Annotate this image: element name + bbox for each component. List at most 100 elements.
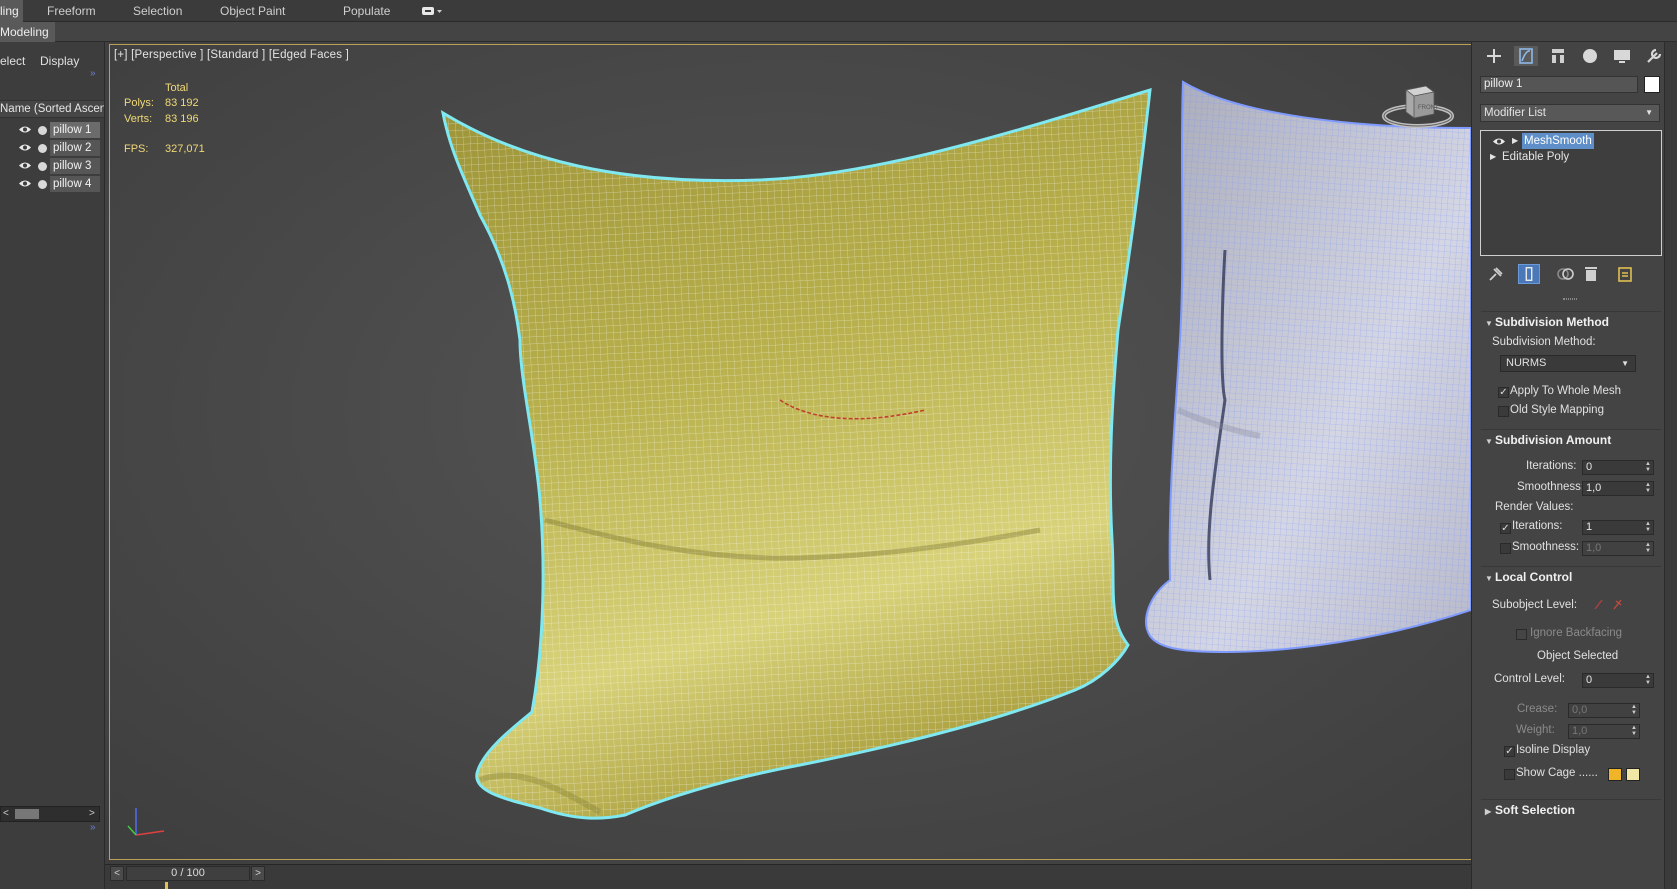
- stats-verts-label: Verts:: [124, 113, 153, 125]
- stack-item-meshsmooth[interactable]: ▶ MeshSmooth: [1482, 133, 1660, 149]
- render-dot-icon[interactable]: [38, 144, 47, 153]
- expand-arrow-icon[interactable]: ▶: [1512, 133, 1518, 149]
- apply-whole-mesh-checkbox[interactable]: ✓: [1498, 387, 1509, 398]
- item-label[interactable]: pillow 3: [50, 158, 100, 174]
- time-slider-thumb[interactable]: 0 / 100: [126, 866, 250, 881]
- hierarchy-icon[interactable]: [1546, 46, 1570, 66]
- spinner-arrows-icon[interactable]: ▲ ▼: [1631, 725, 1637, 737]
- remove-modifier-icon[interactable]: [1580, 264, 1602, 284]
- menu-display[interactable]: Display: [40, 54, 79, 68]
- expand-chevron-icon[interactable]: »: [90, 822, 96, 833]
- spinner-arrows-icon[interactable]: ▲ ▼: [1645, 521, 1651, 533]
- crease-spinner[interactable]: 0,0 ▲ ▼: [1568, 703, 1640, 718]
- old-style-mapping-checkbox[interactable]: [1498, 406, 1509, 417]
- scroll-left-icon[interactable]: <: [3, 808, 9, 819]
- control-level-spinner[interactable]: 0 ▲ ▼: [1582, 673, 1654, 688]
- panel-scroll-strip[interactable]: [1664, 42, 1677, 889]
- render-dot-icon[interactable]: [38, 180, 47, 189]
- item-label[interactable]: pillow 1: [50, 122, 100, 138]
- item-label[interactable]: pillow 2: [50, 140, 100, 156]
- smoothness-spinner[interactable]: 1,0 ▲ ▼: [1582, 481, 1654, 496]
- ignore-backfacing-checkbox[interactable]: [1516, 629, 1527, 640]
- render-smoothness-spinner[interactable]: 1,0 ▲ ▼: [1582, 541, 1654, 556]
- rollout-local-control[interactable]: ▼ Local Control: [1481, 566, 1661, 586]
- tab-selection[interactable]: Selection: [123, 0, 192, 22]
- subdivision-method-label: Subdivision Method:: [1492, 336, 1596, 348]
- scroll-thumb[interactable]: [15, 809, 39, 819]
- spinner-arrows-icon[interactable]: ▲ ▼: [1645, 482, 1651, 494]
- eye-icon[interactable]: [18, 125, 32, 134]
- rollout-subdivision-method[interactable]: ▼ Subdivision Method: [1481, 311, 1661, 331]
- subdivision-method-dropdown[interactable]: NURMS ▼: [1500, 355, 1636, 372]
- rollout-subdivision-amount[interactable]: ▼ Subdivision Amount: [1481, 429, 1661, 449]
- ignore-backfacing-label: Ignore Backfacing: [1530, 627, 1623, 639]
- modifier-stack[interactable]: ▶ MeshSmooth ▶ Editable Poly: [1480, 130, 1662, 256]
- eye-icon[interactable]: [18, 161, 32, 170]
- viewport-canvas[interactable]: [105, 42, 1471, 864]
- expand-icon: ▶: [1485, 807, 1492, 816]
- render-dot-icon[interactable]: [38, 162, 47, 171]
- spinner-value: 0: [1586, 674, 1593, 686]
- show-end-result-icon[interactable]: [1518, 264, 1540, 284]
- list-item[interactable]: pillow 4: [0, 175, 104, 193]
- stack-item-editable-poly[interactable]: ▶ Editable Poly: [1482, 149, 1660, 165]
- scroll-right-icon[interactable]: >: [89, 808, 95, 819]
- render-iterations-spinner[interactable]: 1 ▲ ▼: [1582, 520, 1654, 535]
- pillow-2-mesh[interactable]: [1145, 80, 1471, 654]
- iterations-spinner[interactable]: 0 ▲ ▼: [1582, 460, 1654, 475]
- next-frame-button[interactable]: >: [251, 866, 265, 881]
- viewport-label-menu[interactable]: [+] [Perspective ] [Standard ] [Edged Fa…: [114, 49, 349, 61]
- weight-spinner[interactable]: 1,0 ▲ ▼: [1568, 724, 1640, 739]
- list-item[interactable]: pillow 1: [0, 121, 104, 139]
- spinner-arrows-icon[interactable]: ▲ ▼: [1645, 461, 1651, 473]
- display-icon[interactable]: [1610, 46, 1634, 66]
- menu-select[interactable]: elect: [0, 54, 25, 68]
- name-column-header[interactable]: Name (Sorted Ascen: [0, 100, 104, 118]
- expand-chevron-icon[interactable]: »: [90, 68, 96, 79]
- chevron-down-icon: ▼: [1645, 108, 1653, 117]
- eye-icon[interactable]: [1492, 137, 1506, 146]
- stats-verts-value: 83 196: [165, 113, 199, 125]
- modifier-list-dropdown[interactable]: Modifier List ▼: [1480, 104, 1660, 122]
- object-name-field[interactable]: pillow 1: [1480, 76, 1638, 93]
- subobject-level-icons[interactable]: [1592, 596, 1626, 612]
- viewcube-icon[interactable]: FRONT: [1378, 76, 1458, 136]
- create-icon[interactable]: [1482, 46, 1506, 66]
- tab-freeform[interactable]: Freeform: [37, 0, 106, 22]
- configure-sets-icon[interactable]: [1614, 264, 1636, 284]
- control-level-label: Control Level:: [1494, 673, 1565, 685]
- tab-object-paint[interactable]: Object Paint: [210, 0, 295, 22]
- rollout-soft-selection[interactable]: ▶ Soft Selection: [1481, 799, 1661, 819]
- render-dot-icon[interactable]: [38, 126, 47, 135]
- subtab-modeling[interactable]: Modeling: [0, 22, 55, 42]
- list-item[interactable]: pillow 3: [0, 157, 104, 175]
- render-iterations-checkbox[interactable]: ✓: [1500, 523, 1511, 534]
- ribbon-options-icon[interactable]: [421, 5, 443, 17]
- spinner-arrows-icon[interactable]: ▲ ▼: [1631, 704, 1637, 716]
- tab-modeling[interactable]: ling: [0, 0, 23, 22]
- horizontal-scrollbar[interactable]: < >: [0, 806, 100, 822]
- expand-arrow-icon[interactable]: ▶: [1490, 149, 1496, 165]
- spinner-arrows-icon[interactable]: ▲ ▼: [1645, 674, 1651, 686]
- cage-color-2-swatch[interactable]: [1626, 768, 1640, 781]
- motion-icon[interactable]: [1578, 46, 1602, 66]
- modify-icon[interactable]: [1514, 46, 1538, 66]
- make-unique-icon[interactable]: [1554, 264, 1576, 284]
- collapse-icon: ▼: [1485, 574, 1493, 583]
- prev-frame-button[interactable]: <: [110, 866, 124, 881]
- eye-icon[interactable]: [18, 143, 32, 152]
- object-color-swatch[interactable]: [1644, 76, 1660, 93]
- render-smoothness-checkbox[interactable]: [1500, 543, 1511, 554]
- cage-color-1-swatch[interactable]: [1608, 768, 1622, 781]
- pin-stack-icon[interactable]: [1484, 264, 1506, 284]
- tab-populate[interactable]: Populate: [333, 0, 400, 22]
- eye-icon[interactable]: [18, 179, 32, 188]
- utilities-icon[interactable]: [1642, 46, 1666, 66]
- list-item[interactable]: pillow 2: [0, 139, 104, 157]
- spinner-arrows-icon[interactable]: ▲ ▼: [1645, 542, 1651, 554]
- show-cage-checkbox[interactable]: [1504, 769, 1515, 780]
- isoline-display-checkbox[interactable]: ✓: [1504, 746, 1515, 757]
- frame-marker: [165, 882, 168, 889]
- perspective-viewport[interactable]: FRONT: [105, 42, 1471, 864]
- item-label[interactable]: pillow 4: [50, 176, 100, 192]
